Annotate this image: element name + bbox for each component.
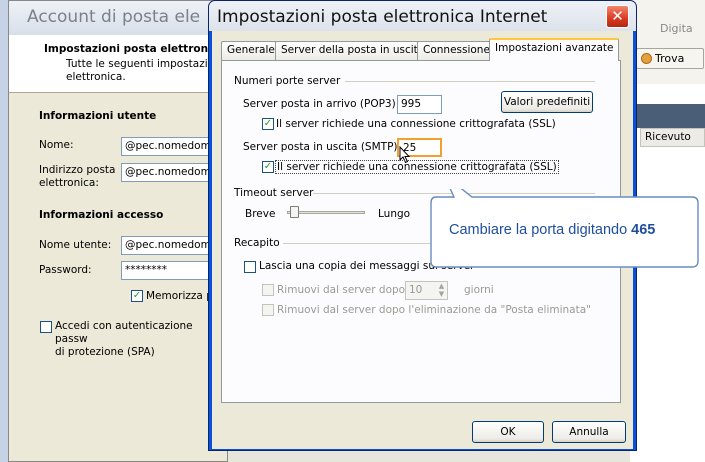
name-label: Nome: (39, 139, 74, 151)
mail-list-header-bar (630, 104, 705, 128)
ok-label: OK (500, 426, 516, 438)
close-icon: ✕ (611, 7, 624, 25)
tab-impostazioni-avanzate[interactable]: Impostazioni avanzate (489, 38, 620, 61)
remove-after-label: Rimuovi dal server dopo (277, 284, 406, 296)
smtp-label: Server posta in uscita (SMTP): (243, 141, 402, 153)
ok-button[interactable]: OK (472, 421, 544, 443)
callout-port-number: 465 (631, 222, 656, 238)
dialog-title: Impostazioni posta elettronica Internet (217, 7, 548, 27)
account-header-title: Impostazioni posta elettronic (44, 43, 218, 55)
pop3-port-field[interactable]: 995 (397, 95, 442, 114)
ssl-incoming-checkbox[interactable]: ✓ (262, 118, 274, 130)
timeout-slider-thumb[interactable] (290, 206, 299, 218)
remove-deleted-checkbox[interactable] (262, 304, 274, 316)
account-window-title: Account di posta ele (27, 7, 201, 27)
account-window: Account di posta ele Impostazioni posta … (8, 0, 229, 462)
user-info-heading: Informazioni utente (39, 110, 157, 122)
default-values-button[interactable]: Valori predefiniti (501, 91, 593, 113)
timeout-slider[interactable] (287, 205, 367, 219)
callout-tooltip: Cambiare la porta digitando 465 (430, 189, 700, 270)
ssl-outgoing-label: Il server richiede una connessione critt… (275, 160, 559, 174)
trova-button[interactable]: Trova (636, 48, 704, 69)
ricevuto-label: Ricevuto (645, 131, 691, 143)
close-button[interactable]: ✕ (606, 5, 629, 28)
trova-icon (641, 53, 652, 64)
default-values-label: Valori predefiniti (503, 96, 591, 108)
username-label: Nome utente: (39, 239, 112, 251)
keep-copy-checkbox[interactable] (244, 261, 256, 273)
ports-group-label: Numeri porte server (234, 75, 341, 87)
trova-label: Trova (655, 52, 685, 65)
digita-label: Digita (660, 22, 693, 35)
ssl-outgoing-checkbox[interactable]: ✓ (262, 161, 274, 173)
ricevuto-column-header[interactable]: Ricevuto (640, 128, 705, 147)
remove-deleted-label: Rimuovi dal server dopo l'eliminazione d… (277, 304, 591, 316)
cancel-button[interactable]: Annulla (552, 421, 626, 443)
tab-server-uscita[interactable]: Server della posta in uscita (275, 41, 431, 60)
days-spinner-arrows[interactable]: ▲ ▼ (436, 282, 447, 299)
ports-group-line (345, 81, 595, 82)
account-header-desc: Tutte le seguenti impostazioni elettroni… (66, 58, 224, 83)
remember-password-checkbox[interactable]: ✓ (131, 290, 143, 302)
email-label: Indirizzo posta elettronica: (39, 164, 116, 189)
pop3-label: Server posta in arrivo (POP3): (243, 98, 400, 110)
callout-text: Cambiare la porta digitando 465 (449, 222, 655, 238)
spa-checkbox[interactable] (40, 321, 52, 333)
ssl-incoming-label: Il server richiede una connessione critt… (276, 118, 556, 130)
timeout-group-label: Timeout server (234, 187, 314, 199)
password-label: Password: (39, 264, 92, 276)
days-label: giorni (464, 284, 494, 296)
delivery-group-label: Recapito (234, 237, 280, 249)
remove-after-checkbox[interactable] (262, 284, 274, 296)
tab-connessione[interactable]: Connessione (417, 41, 496, 60)
access-heading: Informazioni accesso (39, 209, 164, 221)
tab-generale[interactable]: Generale (221, 41, 281, 60)
timeout-short-label: Breve (245, 208, 276, 220)
timeout-long-label: Lungo (378, 208, 411, 220)
spa-label: Accedi con autenticazione passw di prote… (55, 320, 193, 358)
callout-message: Cambiare la porta digitando (449, 222, 628, 238)
cancel-label: Annulla (569, 426, 609, 438)
